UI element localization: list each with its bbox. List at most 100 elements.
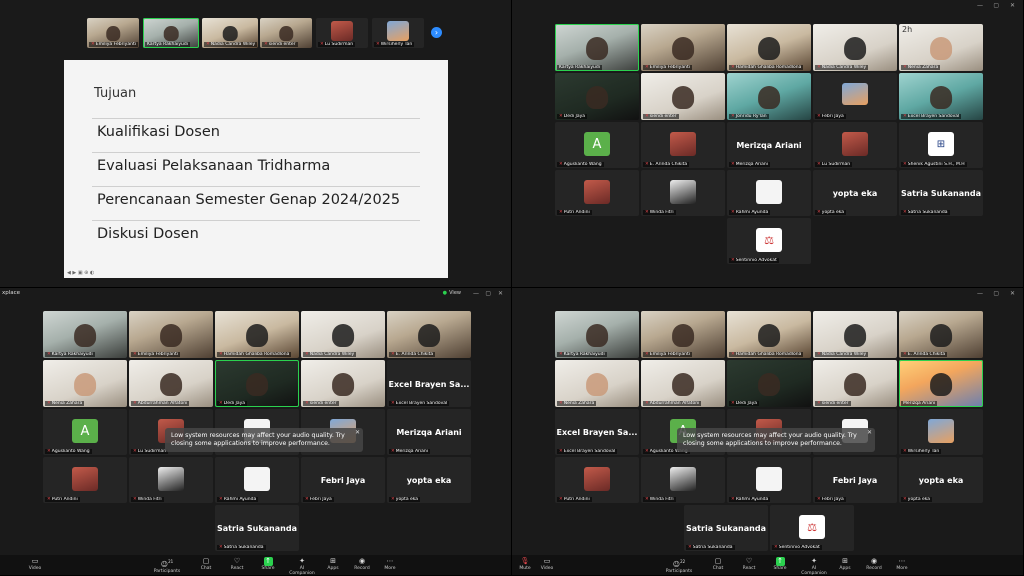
participant-tile[interactable]: ⚖ ✕Sentinnio Advokat [770, 505, 854, 551]
video-button[interactable]: ▭ Video [20, 557, 50, 571]
share-button[interactable]: ↑ Share [253, 557, 283, 571]
participant-tile[interactable]: ✕Hamidah Ghaliba Romadlona [727, 24, 811, 71]
participant-tile[interactable]: ✕Putri Andini [43, 457, 127, 503]
react-button[interactable]: ♡ React [734, 557, 764, 571]
participant-tile[interactable]: Satria Sukananda ✕Satria Sukananda [684, 505, 768, 551]
participant-tile[interactable]: Merizqa Ariani ✕Merizqa Ariani [727, 122, 811, 168]
close-icon[interactable]: ✕ [355, 429, 360, 437]
maximize-button[interactable]: ▢ [485, 290, 491, 297]
participant-tile[interactable]: yopta eka ✕yopta eka [899, 457, 983, 503]
participant-tile[interactable]: ✕siendi enter [260, 18, 312, 48]
participant-tile[interactable]: ✕siendi enter [813, 360, 897, 407]
participant-tile[interactable]: ✕Excel Brayen Sandoval [899, 73, 983, 120]
participant-tile[interactable]: ✕Rahmi Ayunda [727, 457, 811, 503]
participant-tile[interactable]: A ✕Aguslianto Wang [555, 122, 639, 168]
participant-tile[interactable]: ✕Emiliya Febriyanti [641, 24, 725, 71]
chat-button[interactable]: ▢ Chat [191, 557, 221, 571]
participant-tile[interactable]: Febri Jaya ✕Febri Jaya [301, 457, 385, 503]
participant-tile[interactable]: ✕Kartya Rakhaiyudi [555, 311, 639, 358]
ai-companion-button[interactable]: ✦ AI Companion [799, 557, 829, 575]
shield-icon[interactable]: ● [443, 290, 447, 296]
record-button[interactable]: ◉ Record [859, 557, 889, 571]
participant-tile[interactable]: ⚖ ✕Sentinnio Advokat [727, 218, 811, 264]
participant-tile[interactable]: yopta eka ✕yopta eka [387, 457, 471, 503]
participant-tile[interactable]: Merizqa Ariani [899, 360, 983, 407]
share-button[interactable]: ↑ Share [765, 557, 795, 571]
participant-tile[interactable]: ✕Winda Fitri [129, 457, 213, 503]
participant-tile[interactable]: ✕Febri Jaya [813, 73, 897, 120]
participant-tile[interactable]: ✕Nadia Candra Wiley [813, 311, 897, 358]
participant-tile[interactable]: ✕Wirsiherly Tan [372, 18, 424, 48]
participant-tile[interactable]: ✕Abdurrahman Alfatoni [129, 360, 213, 407]
participant-tile[interactable]: ✕Kartya Rakhaiyudi [43, 311, 127, 358]
record-button[interactable]: ◉ Record [347, 557, 377, 571]
more-button[interactable]: ⋯ More [887, 557, 917, 571]
close-button[interactable]: ✕ [1010, 290, 1015, 297]
participant-tile[interactable]: ✕Hamidah Ghaliba Romadlona [215, 311, 299, 358]
participant-tile[interactable]: ✕Nadia Candra Wiley [813, 24, 897, 71]
minimize-button[interactable]: — [977, 2, 983, 9]
participant-tile[interactable]: ✕E. Arinda Chikita [641, 122, 725, 168]
participant-tile[interactable]: ✕E. Arinda Chikita [899, 311, 983, 358]
avatar: A [584, 132, 610, 157]
participant-tile[interactable]: ✕Putri Andini [555, 170, 639, 216]
participant-tile[interactable]: ✕Abdurrahman Alfatoni [641, 360, 725, 407]
participant-tile[interactable]: ✕Winda Fitri [641, 170, 725, 216]
more-button[interactable]: ⋯ More [375, 557, 405, 571]
maximize-button[interactable]: ▢ [993, 2, 999, 9]
participant-tile[interactable]: ✕Jonridu Ry'lan [727, 73, 811, 120]
participants-button[interactable]: ☺21 Participants [152, 557, 182, 574]
participants-button[interactable]: ☺22 Participants [664, 557, 694, 574]
participant-tile[interactable]: ✕E. Arinda Chikita [387, 311, 471, 358]
apps-button[interactable]: ⊞ Apps [318, 557, 348, 571]
slide-controls-icon[interactable]: ◀ ▶ ▣ ⊕ ◐ [67, 270, 94, 276]
participant-tile[interactable]: Kartya Rakhaiyudi [555, 24, 639, 71]
participant-tile[interactable]: ✕Nadia Candra Wiley [202, 18, 258, 48]
apps-button[interactable]: ⊞ Apps [830, 557, 860, 571]
participant-tile[interactable]: A ✕Aguslianto Wang [43, 409, 127, 455]
minimize-button[interactable]: — [977, 290, 983, 297]
chat-button[interactable]: ▢ Chat [703, 557, 733, 571]
participant-tile[interactable]: Kartya Rakhaiyudi [143, 18, 199, 48]
participant-tile[interactable]: ✕Nenia Zahara [43, 360, 127, 407]
participant-tile[interactable]: Excel Brayen Sa... ✕Excel Brayen Sandoval [555, 409, 639, 455]
participant-tile[interactable]: ✕Emiliya Febriyanti [641, 311, 725, 358]
ai-companion-button[interactable]: ✦ AI Companion [287, 557, 317, 575]
participant-tile[interactable]: ✕Dedi Jaya [727, 360, 811, 407]
participant-tile[interactable]: yopta eka ✕yopta eka [813, 170, 897, 216]
minimize-button[interactable]: — [473, 290, 479, 297]
maximize-button[interactable]: ▢ [993, 290, 999, 297]
video-button[interactable]: ▭ Video [532, 557, 562, 571]
close-button[interactable]: ✕ [498, 290, 503, 297]
participant-tile[interactable]: 2h ✕Nenia Zahara [899, 24, 983, 71]
participant-tile[interactable]: ✕Hamidah Ghaliba Romadlona [727, 311, 811, 358]
participant-name: ✕Emiliya Febriyanti [131, 352, 180, 357]
participant-tile[interactable]: ✕Rahmi Ayunda [727, 170, 811, 216]
participant-tile[interactable]: ✕siendi enter [641, 73, 725, 120]
participant-tile[interactable]: Satria Sukananda ✕Satria Sukananda [899, 170, 983, 216]
participant-tile[interactable]: ✕Rahmi Ayunda [215, 457, 299, 503]
participant-tile[interactable]: ✕siendi enter [301, 360, 385, 407]
participant-tile[interactable]: ✕Putri Andini [555, 457, 639, 503]
react-button[interactable]: ♡ React [222, 557, 252, 571]
participant-tile[interactable]: ⊞ ✕Shenik Agustini S.H., M.H [899, 122, 983, 168]
participant-tile[interactable]: ✕Nenia Zahara [555, 360, 639, 407]
participant-tile[interactable]: ✕Lu Sudirman [813, 122, 897, 168]
participant-tile[interactable]: ✕Emiliya Febriyanti [129, 311, 213, 358]
participant-tile[interactable]: ✕Emiliya Febriyanti [87, 18, 139, 48]
participant-tile[interactable]: ✕Lu Sudirman [316, 18, 368, 48]
next-page-arrow-icon[interactable]: › [431, 27, 442, 38]
close-button[interactable]: ✕ [1010, 2, 1015, 9]
participant-tile[interactable]: ✕Dedi Jaya [215, 360, 299, 407]
participant-tile[interactable]: Febri Jaya ✕Febri Jaya [813, 457, 897, 503]
participant-tile[interactable]: Excel Brayen Sa... ✕Excel Brayen Sandoval [387, 360, 471, 407]
participant-tile[interactable]: Satria Sukananda ✕Satria Sukananda [215, 505, 299, 551]
participant-tile[interactable]: ✕Winda Fitri [641, 457, 725, 503]
participant-tile[interactable]: Merizqa Ariani ✕Merizqa Ariani [387, 409, 471, 455]
participant-tile[interactable]: ✕Dedi Jaya [555, 73, 639, 120]
view-button[interactable]: View [449, 290, 461, 296]
sparkle-icon: ✦ [299, 557, 305, 565]
participant-tile[interactable]: ✕Wirsiherly Tan [899, 409, 983, 455]
close-icon[interactable]: ✕ [867, 429, 872, 437]
participant-tile[interactable]: ✕Nadia Candra Wiley [301, 311, 385, 358]
